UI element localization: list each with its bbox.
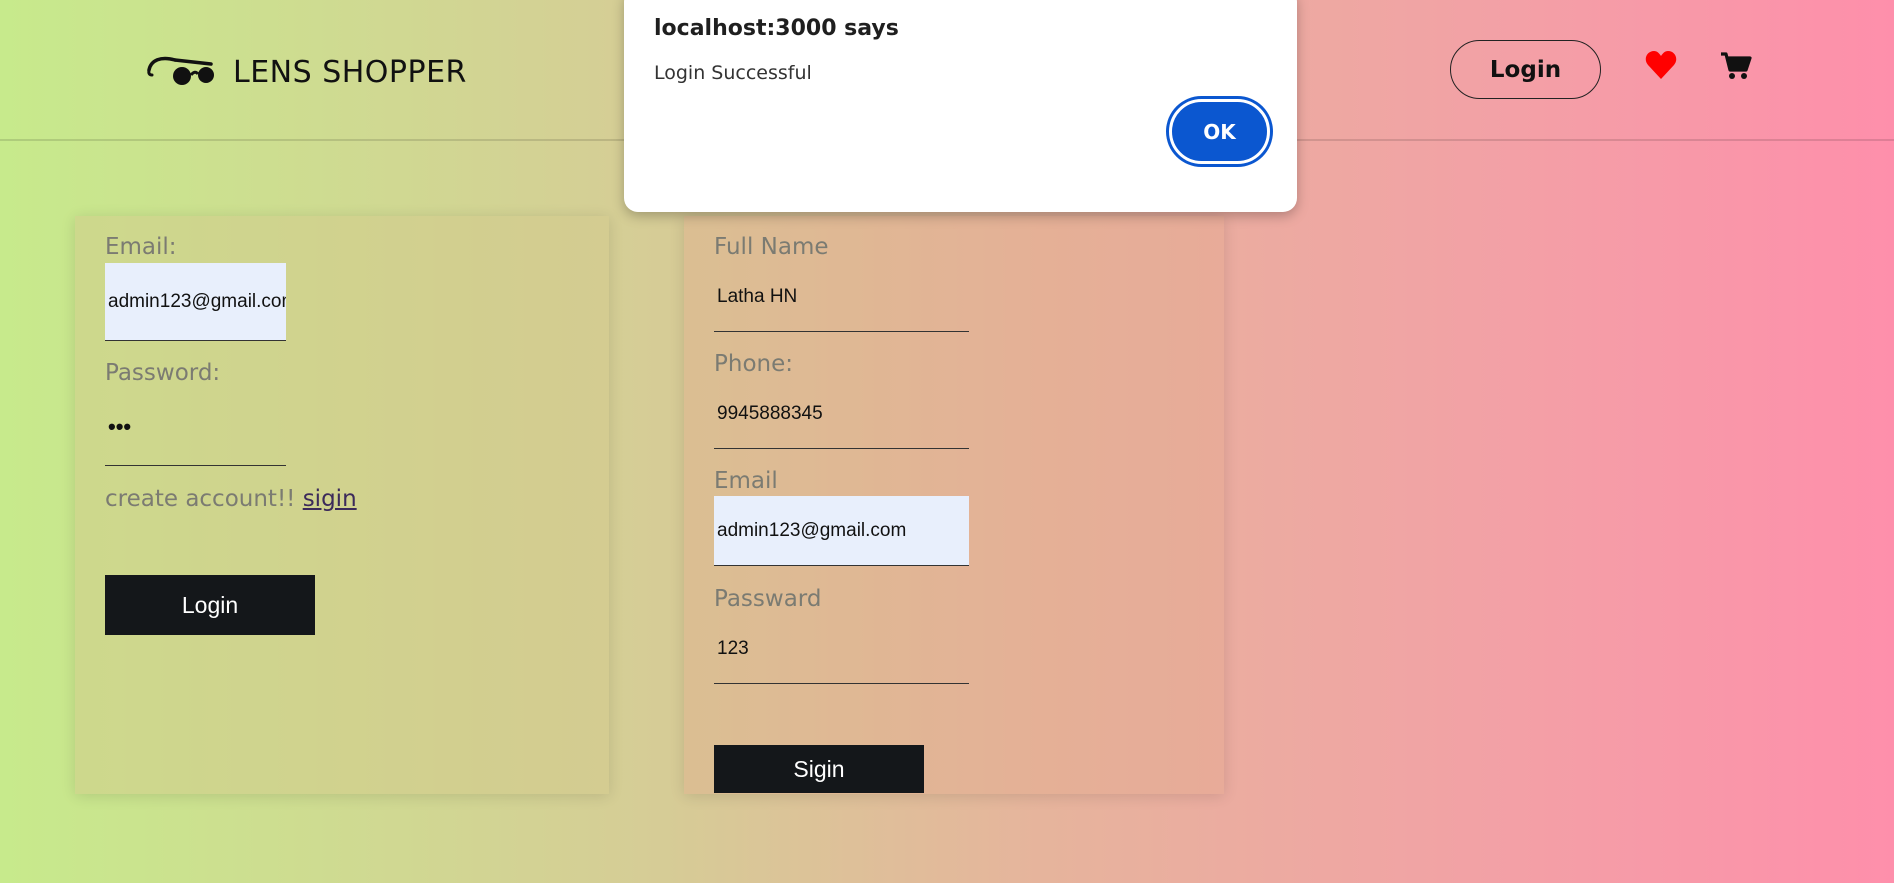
fullname-input[interactable]: Latha HN [714,262,969,332]
glasses-logo-icon [145,48,219,96]
alert-dialog: localhost:3000 says Login Successful OK [624,0,1297,212]
fullname-label: Full Name [714,234,829,260]
phone-input[interactable]: 9945888345 [714,379,969,449]
sigin-button[interactable]: Sigin [714,745,924,793]
header-login-button[interactable]: Login [1450,40,1601,99]
brand[interactable]: LENS SHOPPER [145,48,467,96]
phone-label: Phone: [714,351,793,377]
password-label: Password: [105,360,221,386]
email-label: Email: [105,234,177,260]
login-email-input[interactable]: admin123@gmail.com [105,263,286,341]
dialog-title: localhost:3000 says [654,16,899,41]
signup-password-input[interactable]: 123 [714,614,969,684]
signup-email-input[interactable]: admin123@gmail.com [714,496,969,566]
sigin-link[interactable]: sigin [303,486,357,512]
signup-email-label: Email [714,468,778,494]
brand-name: LENS SHOPPER [233,54,467,90]
signup-card: Full Name Latha HN Phone: 9945888345 Ema… [684,216,1224,794]
create-account-text: create account!! sigin [105,486,357,512]
dialog-message: Login Successful [654,62,812,84]
create-account-label: create account!! [105,486,296,512]
login-button[interactable]: Login [105,575,315,635]
heart-icon[interactable] [1645,50,1677,84]
signup-password-label: Passward [714,586,822,612]
login-password-input[interactable]: ••• [105,388,286,466]
login-card: Email: admin123@gmail.com Password: ••• … [75,216,609,794]
ok-button[interactable]: OK [1169,99,1270,164]
cart-icon[interactable] [1720,51,1752,85]
